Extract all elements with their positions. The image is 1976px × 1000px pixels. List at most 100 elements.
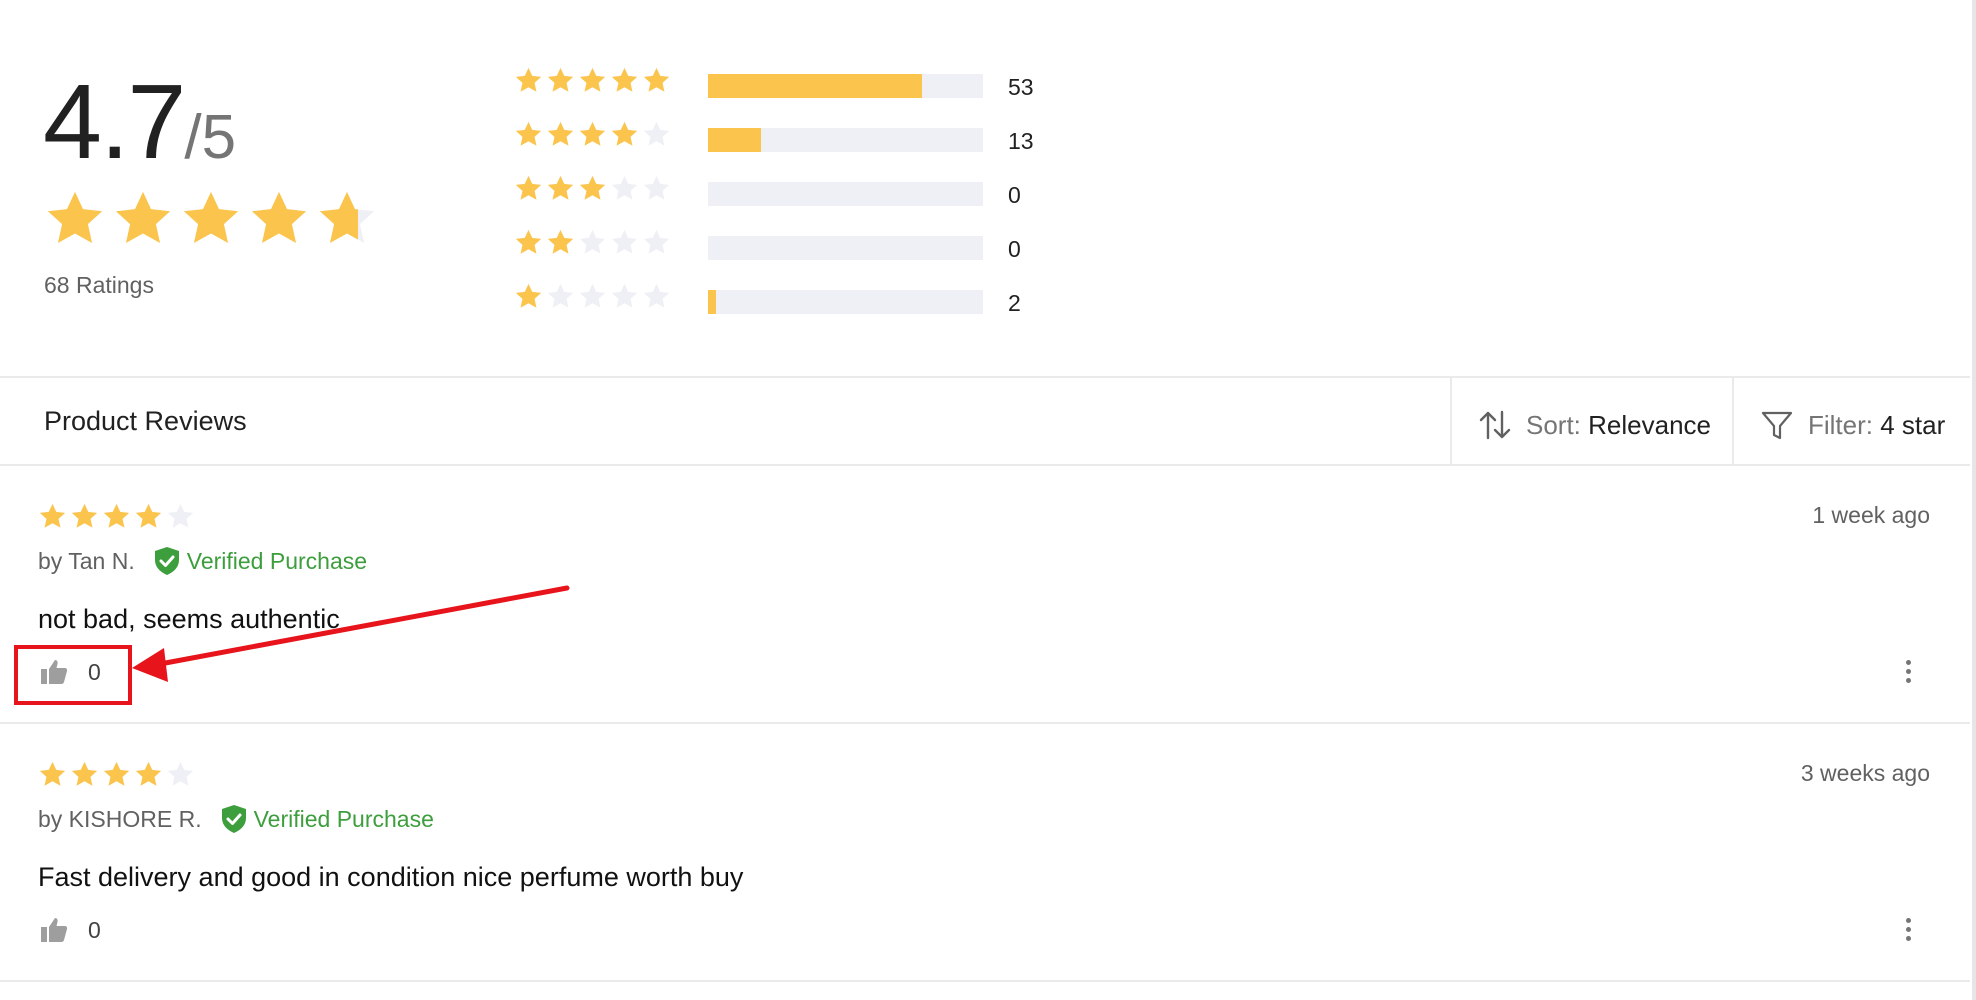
distribution-bar-fill (708, 290, 716, 314)
more-options-icon[interactable] (1902, 660, 1914, 688)
star-filled-icon (546, 120, 575, 149)
distribution-row-5[interactable]: 53 (514, 62, 1114, 116)
verified-badge: Verified Purchase (153, 546, 367, 576)
star-filled-icon (546, 66, 575, 95)
star-filled-icon (70, 760, 99, 789)
distribution-count: 0 (1008, 182, 1021, 208)
distribution-count: 0 (1008, 236, 1021, 262)
distribution-row-1[interactable]: 2 (514, 278, 1114, 332)
star-filled-icon (102, 760, 131, 789)
row-stars (514, 66, 671, 95)
star-empty-icon (578, 228, 607, 257)
author-name: by Tan N. (38, 547, 135, 574)
star-empty-icon (578, 282, 607, 311)
rating-distribution: 53 13 0 0 2 (514, 62, 1114, 332)
star-filled-icon (248, 188, 310, 250)
sort-button[interactable]: Sort: Relevance (1450, 378, 1734, 464)
star-filled-icon (38, 502, 67, 531)
review-author: by KISHORE R. Verified Purchase (38, 804, 434, 834)
star-filled-icon (578, 174, 607, 203)
star-filled-icon (546, 228, 575, 257)
funnel-icon (1761, 411, 1793, 440)
filter-key: Filter: (1808, 410, 1873, 440)
review-date: 3 weeks ago (1800, 760, 1930, 786)
more-options-icon[interactable] (1902, 918, 1914, 946)
distribution-bar-fill (708, 74, 923, 98)
review-item: 1 week ago by Tan N. Verified Purchase n… (0, 466, 1970, 724)
star-filled-icon (44, 188, 106, 250)
star-filled-icon (180, 188, 242, 250)
distribution-row-3[interactable]: 0 (514, 170, 1114, 224)
review-stars (38, 502, 195, 531)
distribution-count: 53 (1008, 74, 1034, 100)
distribution-row-2[interactable]: 0 (514, 224, 1114, 278)
verified-shield-icon (221, 805, 246, 833)
star-empty-icon (642, 120, 671, 149)
scrollbar-track[interactable] (1972, 0, 1976, 1000)
star-filled-icon (316, 188, 378, 250)
star-empty-icon (642, 228, 671, 257)
reviews-page: 4.7/5 68 Ratings 53 13 0 0 2 Product Rev… (0, 0, 1976, 1000)
reviews-header: Product Reviews Sort: Relevance Filter: … (0, 376, 1970, 466)
reviews-title: Product Reviews (44, 406, 247, 436)
like-button[interactable]: 0 (40, 916, 101, 944)
row-stars (514, 174, 671, 203)
sort-value: Relevance (1588, 410, 1712, 440)
verified-label: Verified Purchase (253, 805, 434, 832)
review-text: Fast delivery and good in condition nice… (38, 862, 744, 892)
thumbs-up-icon (41, 918, 68, 942)
average-max: /5 (184, 103, 237, 172)
average-stars (44, 188, 378, 250)
star-filled-icon (134, 760, 163, 789)
star-empty-icon (166, 502, 195, 531)
star-empty-icon (610, 174, 639, 203)
review-date: 1 week ago (1812, 502, 1930, 528)
filter-value: 4 star (1880, 410, 1946, 440)
star-filled-icon (546, 174, 575, 203)
review-author: by Tan N. Verified Purchase (38, 546, 367, 576)
star-filled-icon (514, 282, 543, 311)
star-filled-icon (514, 66, 543, 95)
distribution-bar (708, 182, 983, 206)
verified-badge: Verified Purchase (220, 804, 434, 834)
star-filled-icon (112, 188, 174, 250)
star-empty-icon (546, 282, 575, 311)
distribution-bar (708, 236, 983, 260)
distribution-row-4[interactable]: 13 (514, 116, 1114, 170)
star-filled-icon (642, 66, 671, 95)
average-value: 4.7 (43, 63, 186, 181)
distribution-bar (708, 74, 983, 98)
star-filled-icon (578, 66, 607, 95)
review-text: not bad, seems authentic (38, 604, 340, 634)
row-stars (514, 120, 671, 149)
star-filled-icon (610, 66, 639, 95)
star-empty-icon (642, 282, 671, 311)
star-filled-icon (38, 760, 67, 789)
rating-summary: 4.7/5 68 Ratings 53 13 0 0 2 (0, 0, 1970, 376)
sort-arrows-icon (1479, 410, 1511, 440)
star-filled-icon (70, 502, 99, 531)
star-filled-icon (102, 502, 131, 531)
star-empty-icon (642, 174, 671, 203)
distribution-bar (708, 128, 983, 152)
star-empty-icon (166, 760, 195, 789)
filter-label: Filter: 4 star (1808, 410, 1945, 441)
author-name: by KISHORE R. (38, 805, 202, 832)
filter-button[interactable]: Filter: 4 star (1732, 378, 1970, 464)
distribution-bar (708, 290, 983, 314)
ratings-count: 68 Ratings (44, 272, 154, 298)
star-filled-icon (610, 120, 639, 149)
row-stars (514, 228, 671, 257)
distribution-count: 13 (1008, 128, 1034, 154)
sort-label: Sort: Relevance (1526, 410, 1711, 441)
verified-shield-icon (154, 547, 179, 575)
star-filled-icon (514, 228, 543, 257)
distribution-count: 2 (1008, 290, 1021, 316)
sort-key: Sort: (1526, 410, 1581, 440)
star-empty-icon (610, 228, 639, 257)
star-empty-icon (610, 282, 639, 311)
review-stars (38, 760, 195, 789)
star-filled-icon (514, 174, 543, 203)
like-count: 0 (88, 916, 101, 943)
verified-label: Verified Purchase (186, 547, 368, 574)
